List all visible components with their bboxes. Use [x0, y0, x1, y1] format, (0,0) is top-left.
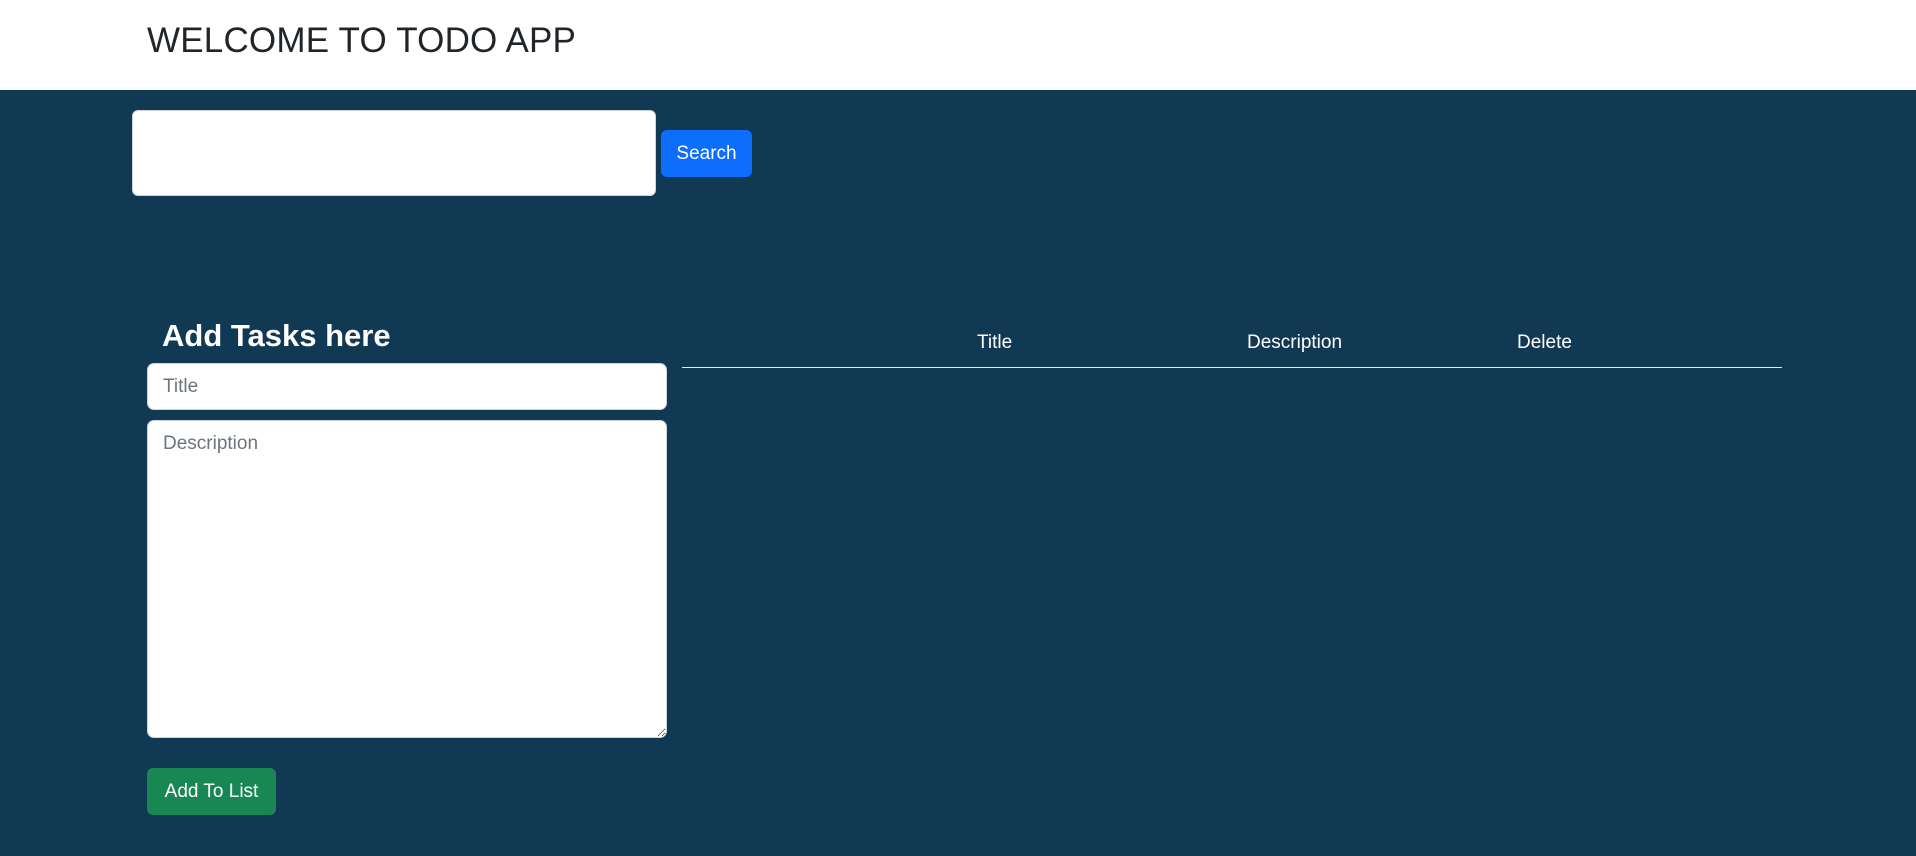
column-header-description: Description — [1247, 332, 1343, 353]
search-button[interactable]: Search — [661, 130, 752, 177]
tasks-table-header: Title Description Delete — [682, 320, 1782, 368]
add-to-list-button[interactable]: Add To List — [147, 768, 276, 815]
column-header-title: Title — [977, 332, 1013, 353]
search-input[interactable] — [132, 110, 656, 196]
app-title: WELCOME TO TODO APP — [147, 21, 577, 60]
column-header-delete: Delete — [1517, 332, 1572, 353]
task-title-input[interactable] — [147, 363, 667, 410]
app-header: WELCOME TO TODO APP — [0, 0, 1916, 90]
task-description-input[interactable] — [147, 420, 667, 738]
add-tasks-heading: Add Tasks here — [162, 318, 391, 353]
